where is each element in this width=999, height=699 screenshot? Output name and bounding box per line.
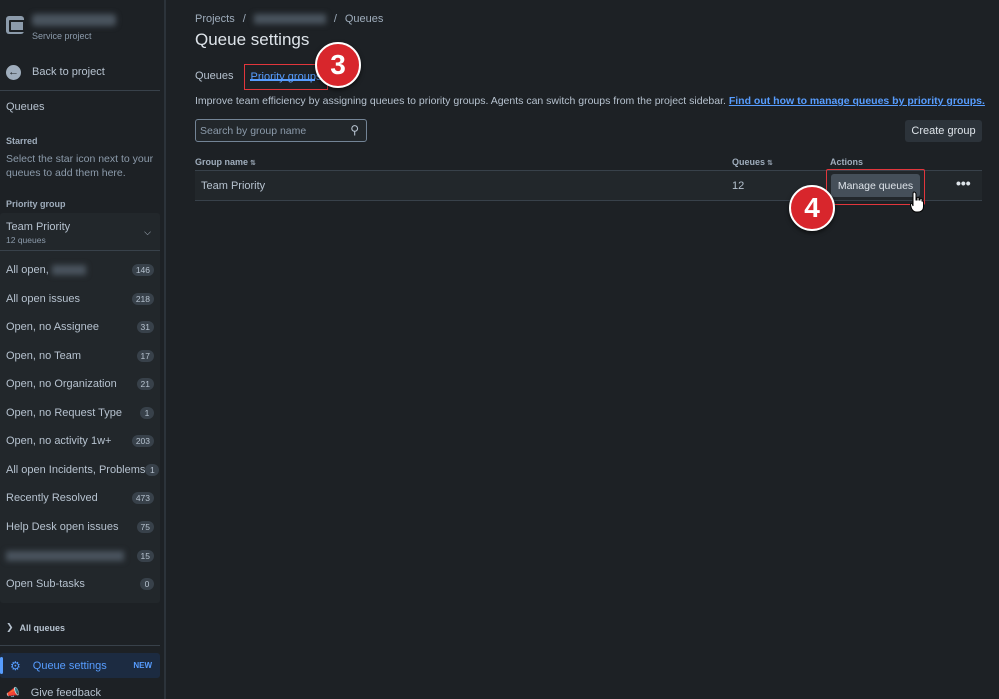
sidebar-queue-item[interactable]: Open, no Assignee 31: [0, 316, 160, 338]
breadcrumb-queues[interactable]: Queues: [345, 13, 384, 25]
priority-group-selector[interactable]: Team Priority 12 queues: [6, 221, 70, 245]
queue-count-badge: 0: [140, 578, 154, 590]
breadcrumb-projects[interactable]: Projects: [195, 13, 235, 25]
sidebar-queue-item[interactable]: Open, no activity 1w+ 203: [0, 430, 160, 452]
queue-label-redacted: [51, 265, 86, 276]
priority-group-label: Priority group: [6, 199, 66, 209]
back-to-project-label: Back to project: [32, 66, 105, 78]
group-name-cell: Team Priority: [201, 180, 266, 192]
queue-label: All open,: [6, 264, 49, 276]
project-name-redacted: [32, 14, 116, 26]
search-field[interactable]: ⚲: [195, 119, 367, 142]
group-divider: [0, 250, 160, 251]
sidebar-queue-item[interactable]: Open, no Organization 21: [0, 373, 160, 395]
column-header-group-name[interactable]: Group name ⇅: [195, 157, 256, 167]
learn-more-link[interactable]: Find out how to manage queues by priorit…: [729, 95, 985, 107]
sidebar-queue-item[interactable]: All open Incidents, Problems 1: [0, 459, 160, 481]
queue-count-badge: 15: [136, 550, 154, 562]
all-queues-toggle[interactable]: ❯ All queues: [6, 622, 65, 633]
queue-count-badge: 31: [136, 321, 154, 333]
queue-count-badge: 1: [140, 407, 154, 419]
table-row: Team Priority 12 Manage queues •••: [195, 169, 982, 205]
queue-label-redacted: [6, 551, 124, 562]
queue-label: All open issues: [6, 293, 80, 305]
queue-settings-label: Queue settings: [32, 659, 107, 672]
give-feedback-link[interactable]: 📣 Give feedback: [6, 686, 101, 699]
queue-label: Open, no Team: [6, 350, 82, 362]
queue-count-badge: 473: [131, 492, 154, 504]
search-input[interactable]: [200, 123, 340, 138]
sidebar-divider: [0, 645, 160, 646]
main-content: Projects / / Queues Queue settings Queue…: [166, 0, 999, 699]
sidebar-queue-item[interactable]: Open, no Request Type 1: [0, 402, 160, 424]
sidebar-divider: [0, 90, 160, 91]
back-arrow-icon: ←: [6, 64, 21, 80]
sidebar: Service project ← Back to project Queues…: [0, 0, 166, 699]
intro-text: Improve team efficiency by assigning que…: [195, 95, 985, 107]
megaphone-icon: 📣: [6, 687, 20, 699]
page-title: Queue settings: [195, 30, 310, 49]
queue-label: Recently Resolved: [6, 492, 98, 504]
give-feedback-label: Give feedback: [30, 686, 102, 699]
sidebar-item-queue-settings[interactable]: ⚙ Queue settings NEW: [0, 653, 160, 678]
queue-label: Help Desk open issues: [6, 521, 119, 533]
active-indicator: [0, 657, 3, 674]
sidebar-queue-item[interactable]: Recently Resolved 473: [0, 487, 160, 509]
column-header-queues[interactable]: Queues ⇅: [732, 157, 773, 167]
sidebar-queue-item[interactable]: Open, no Team 17: [0, 345, 160, 367]
create-group-button[interactable]: Create group: [905, 120, 982, 142]
priority-group-name: Team Priority: [6, 221, 71, 233]
gear-icon: ⚙: [10, 658, 21, 673]
queue-count-badge: 21: [136, 378, 154, 390]
chevron-down-icon[interactable]: ⌵: [144, 227, 151, 238]
sidebar-queue-item[interactable]: All open issues 218: [0, 288, 160, 310]
queue-label: Open, no Request Type: [6, 407, 122, 419]
sidebar-queue-item[interactable]: Open Sub-tasks 0: [0, 573, 160, 595]
new-badge: NEW: [133, 661, 152, 670]
starred-help-text: Select the star icon next to your queues…: [6, 153, 154, 179]
priority-group-panel: Team Priority 12 queues ⌵ All open, 146 …: [0, 213, 160, 603]
sort-icon: ⇅: [250, 160, 256, 167]
queue-count-badge: 17: [136, 350, 154, 362]
sidebar-queue-item[interactable]: 15: [0, 545, 160, 567]
manage-queues-button[interactable]: Manage queues: [831, 174, 920, 197]
column-header-actions: Actions: [830, 157, 864, 167]
sidebar-queue-item[interactable]: Help Desk open issues 75: [0, 516, 160, 538]
back-to-project-link[interactable]: ← Back to project: [6, 62, 158, 82]
project-header[interactable]: Service project: [6, 12, 156, 44]
sort-icon: ⇅: [767, 160, 773, 167]
step-marker-3: 3: [315, 42, 361, 88]
queue-label: Open, no Organization: [6, 378, 117, 390]
queue-count-badge: 75: [136, 521, 154, 533]
breadcrumb-project-redacted[interactable]: [253, 14, 326, 24]
queue-count-badge: 218: [131, 293, 154, 305]
more-icon[interactable]: •••: [956, 175, 971, 191]
hand-cursor-icon: [910, 191, 924, 213]
project-icon: [6, 16, 25, 34]
queue-label: Open Sub-tasks: [6, 578, 85, 590]
tab-queues[interactable]: Queues: [195, 64, 234, 90]
queue-count-badge: 1: [145, 464, 160, 476]
search-icon[interactable]: ⚲: [350, 123, 359, 137]
priority-groups-table: Group name ⇅ Queues ⇅ Actions Team Priorit…: [195, 156, 982, 205]
queue-label: Open, no Assignee: [6, 321, 99, 333]
all-queues-label: All queues: [19, 622, 66, 633]
step-marker-4: 4: [789, 185, 835, 231]
project-type: Service project: [32, 31, 92, 41]
queue-count-badge: 203: [131, 435, 154, 447]
queue-label: All open Incidents, Problems: [6, 464, 146, 476]
breadcrumb: Projects / / Queues: [195, 13, 384, 25]
sidebar-queue-item[interactable]: All open, 146: [0, 259, 160, 281]
starred-label: Starred: [6, 136, 38, 146]
queue-count-badge: 146: [131, 264, 154, 276]
queues-heading: Queues: [6, 101, 45, 113]
queues-count-cell: 12: [732, 180, 745, 192]
priority-group-count: 12 queues: [6, 235, 46, 245]
queue-label: Open, no activity 1w+: [6, 435, 112, 447]
active-tab-underline: [249, 79, 316, 81]
chevron-right-icon: ❯: [6, 622, 14, 632]
